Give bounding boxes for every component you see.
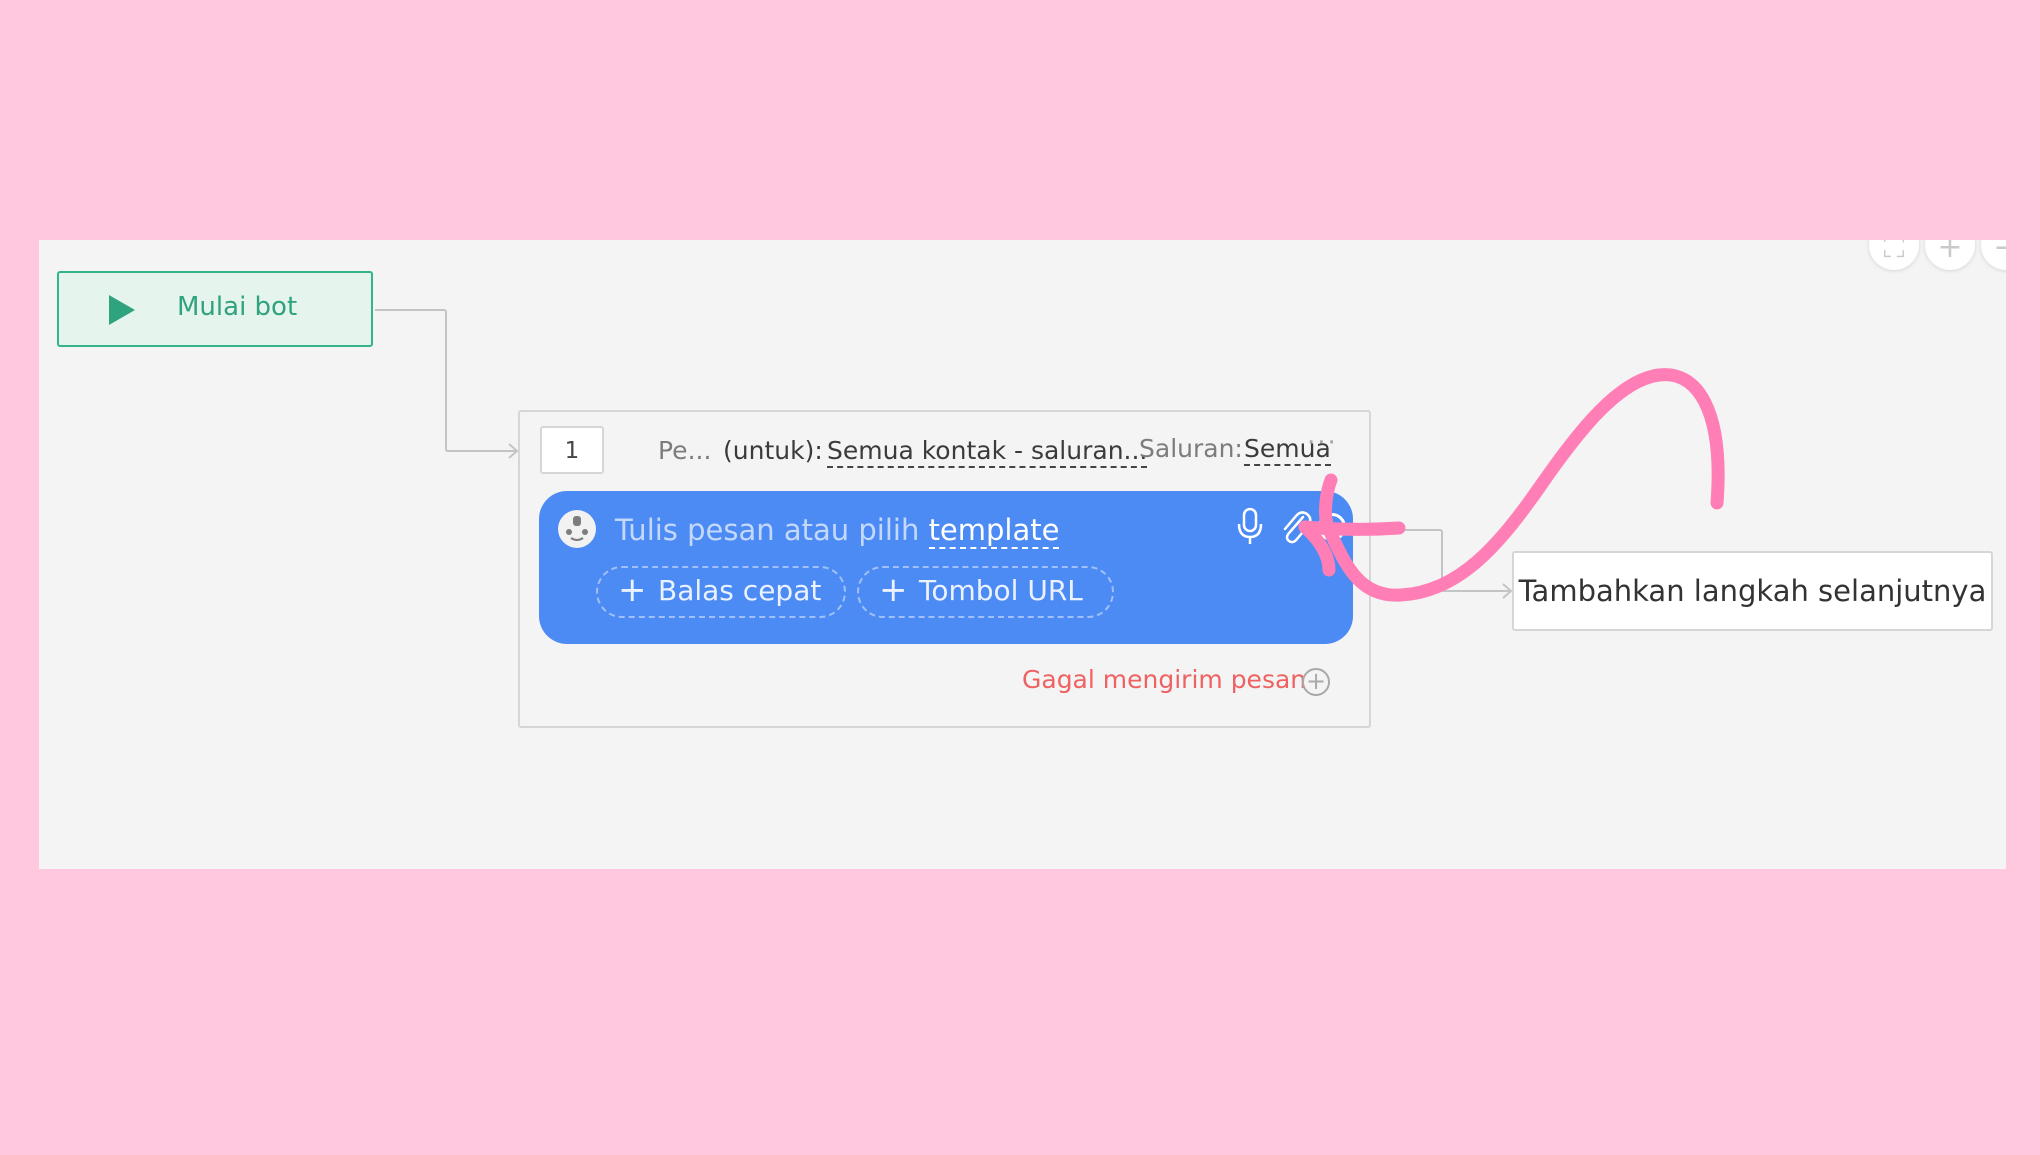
- flow-canvas: ⛶ + − Mulai bot 1 Pe... (untuk): Semua k…: [39, 240, 2006, 869]
- annotation-arrow: [1298, 368, 1725, 602]
